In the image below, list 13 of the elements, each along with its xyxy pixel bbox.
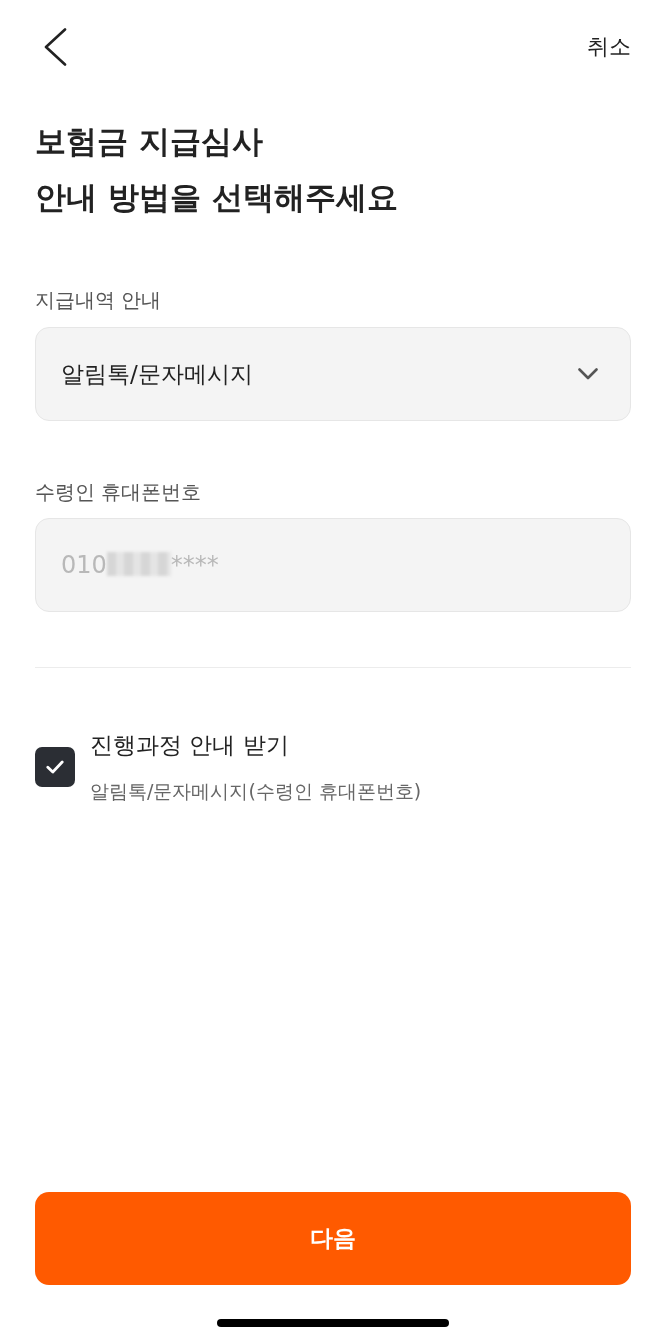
field-label: 지급내역 안내 <box>35 287 163 314</box>
field-label: 수령인 휴대폰번호 <box>35 479 203 506</box>
consent-label: 진행과정 안내 받기 <box>90 731 290 760</box>
checkmark-icon <box>46 760 64 774</box>
cancel-button[interactable]: 취소 <box>587 32 631 62</box>
consent-description: 알림톡/문자메시지(수령인 휴대폰번호) <box>90 779 422 804</box>
page-title: 보험금 지급심사 안내 방법을 선택해주세요 <box>35 122 399 217</box>
phone-value: 010 **** <box>61 551 220 579</box>
checkbox[interactable] <box>35 747 75 787</box>
back-icon[interactable] <box>43 28 67 66</box>
chevron-down-icon <box>578 368 598 380</box>
dropdown-select[interactable]: 알림톡/문자메시지 <box>35 327 631 421</box>
selected-value: 알림톡/문자메시지 <box>61 359 254 389</box>
